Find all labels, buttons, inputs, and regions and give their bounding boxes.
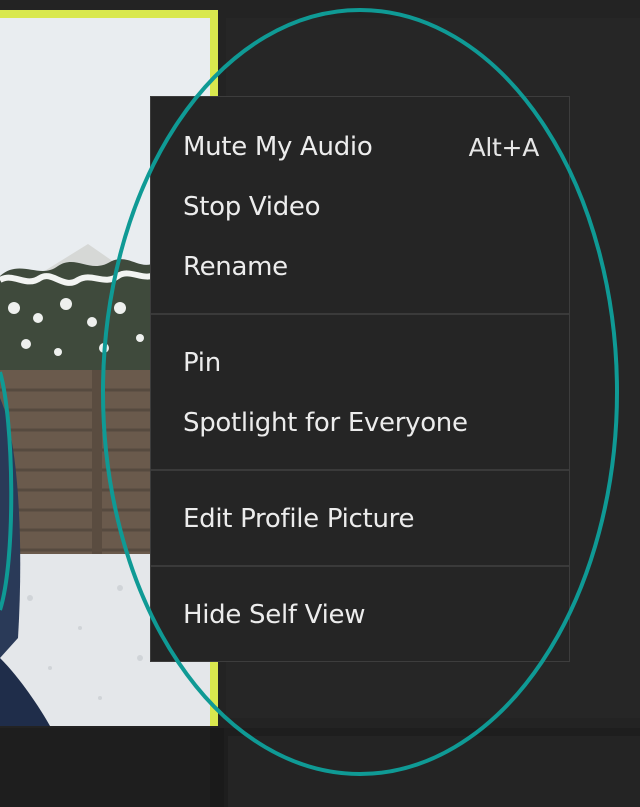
menu-item-edit-profile-picture[interactable]: Edit Profile Picture <box>183 499 539 539</box>
menu-item-hide-self-view[interactable]: Hide Self View <box>183 595 539 635</box>
menu-separator <box>151 313 569 315</box>
menu-item-label: Hide Self View <box>183 600 366 630</box>
menu-item-shortcut: Alt+A <box>468 132 540 162</box>
menu-item-spotlight-for-everyone[interactable]: Spotlight for Everyone <box>183 403 539 443</box>
menu-item-label: Mute My Audio <box>183 132 373 162</box>
menu-item-pin[interactable]: Pin <box>183 343 539 383</box>
menu-item-mute-my-audio[interactable]: Mute My Audio Alt+A <box>183 127 539 167</box>
menu-item-label: Stop Video <box>183 192 321 222</box>
menu-item-label: Spotlight for Everyone <box>183 408 468 438</box>
meeting-controls-inner <box>228 736 640 807</box>
menu-item-label: Pin <box>183 348 221 378</box>
participant-context-menu: Mute My Audio Alt+A Stop Video Rename Pi… <box>150 96 570 662</box>
menu-separator <box>151 469 569 471</box>
panel-divider <box>210 728 224 807</box>
menu-item-stop-video[interactable]: Stop Video <box>183 187 539 227</box>
menu-item-label: Edit Profile Picture <box>183 504 415 534</box>
menu-separator <box>151 565 569 567</box>
menu-item-rename[interactable]: Rename <box>183 247 539 287</box>
menu-item-label: Rename <box>183 252 288 282</box>
